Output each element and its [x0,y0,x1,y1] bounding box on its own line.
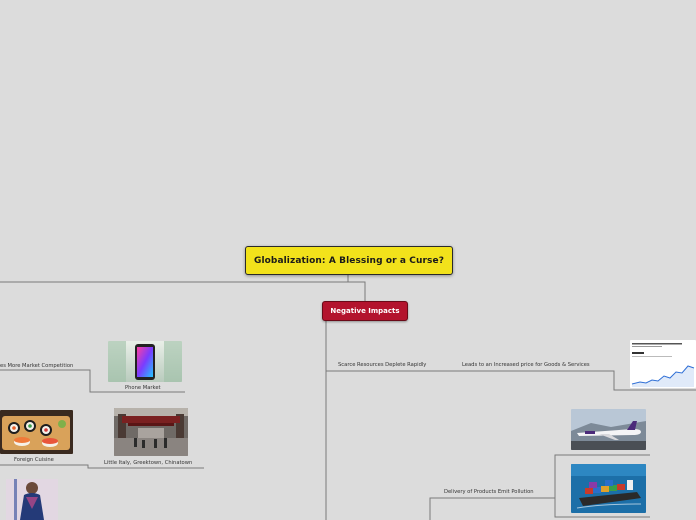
person-image [6,479,58,520]
pollution-topic[interactable]: Delivery of Products Emit Pollution [444,489,534,495]
connector-competition [0,369,104,393]
increased-price-topic[interactable]: Leads to an Increased price for Goods & … [462,362,590,368]
street-image [114,408,188,456]
foreign-cuisine-label[interactable]: Foreign Cuisine [14,457,54,463]
phone-market-label[interactable]: Phone Market [125,385,161,391]
airplane-image [571,409,646,450]
scarce-resources-topic[interactable]: Scarce Resources Deplete Rapidly [338,362,426,368]
negative-impacts-topic[interactable]: Negative Impacts [322,301,408,321]
phone-image [108,341,182,382]
root-topic[interactable]: Globalization: A Blessing or a Curse? [245,246,453,275]
connector-root-trunk [0,273,366,301]
price-chart-image [630,340,696,388]
competition-topic[interactable]: es More Market Competition [0,363,73,369]
negative-impacts-label: Negative Impacts [330,307,400,315]
ethnic-towns-label[interactable]: Little Italy, Greektown, Chinatown [104,460,192,466]
root-title: Globalization: A Blessing or a Curse? [253,255,445,266]
sushi-image [0,410,73,454]
mind-map-canvas: Globalization: A Blessing or a Curse? Ne… [0,0,696,520]
cargo-ship-image [571,464,646,513]
